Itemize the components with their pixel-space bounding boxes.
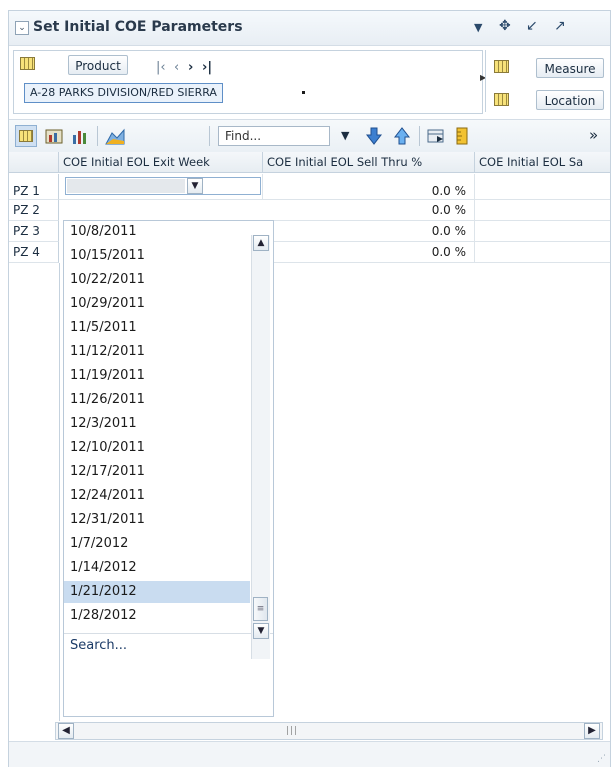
column-header-sell-thru[interactable]: COE Initial EOL Sell Thru % — [263, 152, 475, 173]
dropdown-option[interactable]: 1/7/2012 — [64, 533, 250, 555]
area-chart-button[interactable] — [105, 127, 125, 145]
dropdown-option[interactable]: 11/19/2011 — [64, 365, 250, 387]
column-divider — [59, 263, 60, 721]
dropdown-option-selected[interactable]: 1/21/2012 — [64, 581, 250, 603]
area-chart-icon — [105, 128, 125, 145]
toolbar-separator — [419, 126, 420, 146]
eol-sa-cell[interactable] — [475, 200, 610, 221]
sell-thru-cell[interactable]: 0.0 % — [263, 242, 475, 263]
pov-layout-area: Measure Location — [485, 50, 611, 112]
horizontal-scrollbar[interactable]: ◀ ||| ▶ — [55, 722, 603, 740]
pov-area: Product |‹ ‹ › ›| A-28 PARKS DIVISION/RE… — [9, 46, 610, 116]
scroll-right-icon[interactable]: ▶ — [584, 723, 600, 739]
grid-toolbar: Find... ▼ » — [9, 119, 610, 153]
dropdown-option[interactable]: 12/3/2011 — [64, 413, 250, 435]
measure-dimension-icon — [494, 60, 509, 73]
dropdown-option[interactable]: 10/8/2011 — [64, 221, 250, 243]
dropdown-option[interactable]: 10/29/2011 — [64, 293, 250, 315]
next-member-icon[interactable]: › — [188, 60, 193, 75]
dropdown-option[interactable]: 11/26/2011 — [64, 389, 250, 411]
row-header-corner — [9, 152, 59, 173]
bar-chart-button[interactable] — [71, 127, 89, 145]
maximize-icon[interactable]: ↗ — [554, 18, 566, 34]
row-header: PZ 1 — [9, 174, 59, 200]
bar-chart-icon — [73, 131, 86, 144]
select-value-area — [67, 179, 185, 193]
dropdown-scrollbar[interactable]: ▲ ≡ ▼ — [251, 235, 270, 659]
pov-dimension-area: Product |‹ ‹ › ›| A-28 PARKS DIVISION/RE… — [13, 50, 486, 114]
sell-thru-cell[interactable]: 0.0 % — [263, 200, 475, 221]
dropdown-option[interactable]: 12/31/2011 — [64, 509, 250, 531]
find-previous-button[interactable] — [393, 127, 411, 145]
last-member-icon[interactable]: ›| — [202, 60, 212, 75]
eol-sa-cell[interactable] — [475, 174, 610, 200]
dropdown-option[interactable]: 10/22/2011 — [64, 269, 250, 291]
eol-sa-cell[interactable] — [475, 242, 610, 263]
row-header: PZ 3 — [9, 221, 59, 242]
chart-grid-icon — [45, 129, 63, 144]
resize-grip-icon[interactable]: ⋰ — [597, 754, 606, 764]
down-arrow-icon — [365, 127, 383, 145]
dropdown-option[interactable]: 11/5/2011 — [64, 317, 250, 339]
location-button[interactable]: Location — [536, 90, 604, 110]
select-dropdown-arrow-icon[interactable]: ▼ — [187, 178, 203, 194]
product-button[interactable]: Product — [68, 55, 128, 75]
dropdown-divider — [64, 633, 273, 634]
dropdown-option[interactable]: 12/24/2011 — [64, 485, 250, 507]
find-options-icon[interactable]: ▼ — [341, 129, 349, 142]
panel-header: ⌄ Set Initial COE Parameters ▼ ✥ ↙ ↗ — [9, 11, 610, 46]
status-bar: ⋰ — [9, 741, 610, 767]
scroll-grip[interactable]: ||| — [286, 726, 298, 736]
scroll-up-icon[interactable]: ▲ — [253, 235, 269, 251]
column-header-exit-week[interactable]: COE Initial EOL Exit Week — [59, 152, 263, 173]
dropdown-search-link[interactable]: Search... — [64, 635, 250, 657]
panel-title: Set Initial COE Parameters — [33, 19, 243, 35]
dropdown-option[interactable]: 11/12/2011 — [64, 341, 250, 363]
dropdown-option[interactable]: 12/10/2011 — [64, 437, 250, 459]
dropdown-option[interactable]: 10/15/2011 — [64, 245, 250, 267]
find-next-button[interactable] — [365, 127, 383, 145]
table-view-button[interactable] — [15, 125, 37, 147]
first-member-icon[interactable]: |‹ — [156, 60, 166, 75]
toolbar-overflow-icon[interactable]: » — [589, 126, 598, 144]
product-member-selector[interactable]: A-28 PARKS DIVISION/RED SIERRA — [24, 83, 223, 103]
export-button[interactable] — [427, 127, 445, 145]
up-arrow-icon — [393, 127, 411, 145]
scroll-down-icon[interactable]: ▼ — [253, 623, 269, 639]
row-header: PZ 4 — [9, 242, 59, 263]
row-header: PZ 2 — [9, 200, 59, 221]
member-marker-icon — [302, 91, 305, 94]
chart-grid-button[interactable] — [45, 127, 63, 145]
exit-week-select[interactable]: ▼ — [65, 177, 261, 195]
sell-thru-cell[interactable]: 0.0 % — [263, 174, 475, 200]
location-dimension-icon — [494, 93, 509, 106]
dropdown-option[interactable]: 12/17/2011 — [64, 461, 250, 483]
eol-sa-cell[interactable] — [475, 221, 610, 242]
sell-thru-cell[interactable]: 0.0 % — [263, 221, 475, 242]
table-grid-icon — [19, 130, 33, 142]
collapse-toggle-icon[interactable]: ⌄ — [15, 21, 29, 35]
exit-week-dropdown-list[interactable]: 10/8/2011 10/15/2011 10/22/2011 10/29/20… — [63, 220, 274, 717]
scroll-thumb[interactable]: ≡ — [253, 597, 268, 621]
ruler-icon — [456, 127, 468, 145]
dropdown-option[interactable]: 1/28/2012 — [64, 605, 250, 627]
ruler-button[interactable] — [453, 127, 471, 145]
column-header-eol-sa[interactable]: COE Initial EOL Sa — [475, 152, 610, 173]
minimize-icon[interactable]: ↙ — [526, 18, 538, 34]
toolbar-separator — [209, 126, 210, 146]
toolbar-separator — [97, 126, 98, 146]
exit-week-cell[interactable]: ▼ — [59, 174, 263, 200]
export-icon — [427, 129, 444, 143]
previous-member-icon[interactable]: ‹ — [174, 60, 179, 75]
move-icon[interactable]: ✥ — [499, 18, 511, 34]
scroll-left-icon[interactable]: ◀ — [58, 723, 74, 739]
measure-button[interactable]: Measure — [536, 58, 604, 78]
find-input[interactable]: Find... — [218, 126, 330, 146]
coe-parameters-panel: ⌄ Set Initial COE Parameters ▼ ✥ ↙ ↗ Pro… — [8, 10, 611, 767]
dropdown-option[interactable]: 1/14/2012 — [64, 557, 250, 579]
panel-menu-icon[interactable]: ▼ — [474, 21, 482, 34]
product-dimension-icon — [20, 57, 35, 70]
